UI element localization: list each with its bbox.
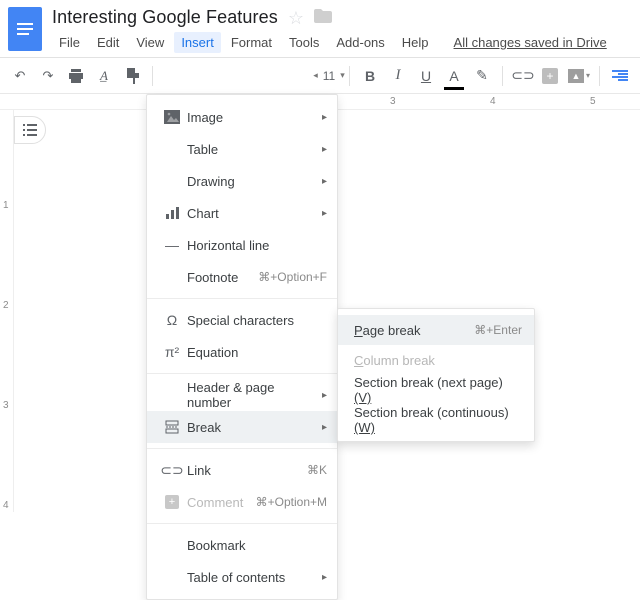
toolbar: ↶ ↷ A̲ ◂ 11 ▾ B I U A ✎ ⊂⊃ + ▲▾ bbox=[0, 58, 640, 94]
toolbar-separator bbox=[502, 66, 503, 86]
chevron-right-icon: ▸ bbox=[322, 144, 327, 155]
toolbar-separator bbox=[152, 66, 153, 86]
workspace: 1 2 3 4 5 1 2 3 4 Image ▸ Table ▸ Drawin… bbox=[0, 94, 640, 512]
align-button[interactable] bbox=[608, 64, 632, 88]
menu-file[interactable]: File bbox=[52, 32, 87, 53]
print-button[interactable] bbox=[64, 64, 88, 88]
save-status[interactable]: All changes saved in Drive bbox=[447, 32, 614, 53]
folder-icon[interactable] bbox=[314, 9, 332, 26]
menu-item-bookmark[interactable]: Bookmark bbox=[147, 529, 337, 561]
menu-separator bbox=[147, 373, 337, 374]
header: Interesting Google Features ☆ File Edit … bbox=[0, 0, 640, 58]
menu-item-break[interactable]: Break ▸ bbox=[147, 411, 337, 443]
menu-insert[interactable]: Insert bbox=[174, 32, 221, 53]
submenu-item-section-break-next-page[interactable]: Section break (next page) (V) bbox=[338, 375, 534, 405]
link-icon: ⊂⊃ bbox=[161, 462, 183, 479]
spellcheck-button[interactable]: A̲ bbox=[92, 64, 116, 88]
menu-addons[interactable]: Add-ons bbox=[329, 32, 391, 53]
menu-separator bbox=[147, 298, 337, 299]
submenu-item-section-break-continuous[interactable]: Section break (continuous) (W) bbox=[338, 405, 534, 435]
insert-menu-dropdown: Image ▸ Table ▸ Drawing ▸ Chart ▸ ― Hori… bbox=[146, 94, 338, 600]
image-icon bbox=[161, 110, 183, 124]
menu-item-equation[interactable]: π² Equation bbox=[147, 336, 337, 368]
menu-item-horizontal-line[interactable]: ― Horizontal line bbox=[147, 229, 337, 261]
menu-separator bbox=[147, 523, 337, 524]
menu-item-drawing[interactable]: Drawing ▸ bbox=[147, 165, 337, 197]
menu-format[interactable]: Format bbox=[224, 32, 279, 53]
star-icon[interactable]: ☆ bbox=[288, 9, 304, 27]
insert-comment-button[interactable]: + bbox=[539, 64, 563, 88]
vertical-ruler[interactable]: 1 2 3 4 bbox=[0, 110, 14, 512]
pi-icon: π² bbox=[161, 344, 183, 360]
menu-item-link[interactable]: ⊂⊃ Link ⌘K bbox=[147, 454, 337, 486]
chart-icon bbox=[161, 206, 183, 220]
menu-item-comment: + Comment ⌘+Option+M bbox=[147, 486, 337, 518]
menubar: File Edit View Insert Format Tools Add-o… bbox=[52, 32, 614, 53]
chevron-right-icon: ▸ bbox=[322, 390, 327, 401]
horizontal-line-icon: ― bbox=[161, 237, 183, 253]
underline-button[interactable]: U bbox=[414, 64, 438, 88]
menu-view[interactable]: View bbox=[129, 32, 171, 53]
highlighter-button[interactable]: ✎ bbox=[470, 64, 494, 88]
menu-item-header-page-number[interactable]: Header & page number ▸ bbox=[147, 379, 337, 411]
menu-item-special-characters[interactable]: Ω Special characters bbox=[147, 304, 337, 336]
menu-help[interactable]: Help bbox=[395, 32, 436, 53]
bold-button[interactable]: B bbox=[358, 64, 382, 88]
menu-item-table[interactable]: Table ▸ bbox=[147, 133, 337, 165]
font-size-select[interactable]: ◂ 11 ▾ bbox=[317, 64, 341, 88]
toolbar-separator bbox=[599, 66, 600, 86]
menu-tools[interactable]: Tools bbox=[282, 32, 326, 53]
menu-edit[interactable]: Edit bbox=[90, 32, 126, 53]
menu-item-chart[interactable]: Chart ▸ bbox=[147, 197, 337, 229]
paint-format-button[interactable] bbox=[120, 64, 144, 88]
chevron-right-icon: ▸ bbox=[322, 422, 327, 433]
document-outline-button[interactable] bbox=[14, 116, 46, 144]
docs-logo-icon[interactable] bbox=[8, 7, 42, 51]
menu-separator bbox=[147, 448, 337, 449]
chevron-right-icon: ▸ bbox=[322, 176, 327, 187]
omega-icon: Ω bbox=[161, 312, 183, 328]
chevron-right-icon: ▸ bbox=[322, 112, 327, 123]
undo-button[interactable]: ↶ bbox=[8, 64, 32, 88]
insert-link-button[interactable]: ⊂⊃ bbox=[511, 64, 535, 88]
menu-item-table-of-contents[interactable]: Table of contents ▸ bbox=[147, 561, 337, 593]
submenu-item-column-break: Column break bbox=[338, 345, 534, 375]
italic-button[interactable]: I bbox=[386, 64, 410, 88]
doc-title[interactable]: Interesting Google Features bbox=[52, 7, 278, 28]
text-color-button[interactable]: A bbox=[442, 64, 466, 88]
chevron-right-icon: ▸ bbox=[322, 208, 327, 219]
break-submenu: Page break ⌘+Enter Column break Section … bbox=[337, 308, 535, 442]
redo-button[interactable]: ↷ bbox=[36, 64, 60, 88]
menu-item-footnote[interactable]: Footnote ⌘+Option+F bbox=[147, 261, 337, 293]
menu-item-image[interactable]: Image ▸ bbox=[147, 101, 337, 133]
insert-image-button[interactable]: ▲▾ bbox=[567, 64, 591, 88]
chevron-right-icon: ▸ bbox=[322, 572, 327, 583]
toolbar-separator bbox=[349, 66, 350, 86]
comment-add-icon: + bbox=[161, 495, 183, 509]
submenu-item-page-break[interactable]: Page break ⌘+Enter bbox=[338, 315, 534, 345]
break-icon bbox=[161, 420, 183, 434]
